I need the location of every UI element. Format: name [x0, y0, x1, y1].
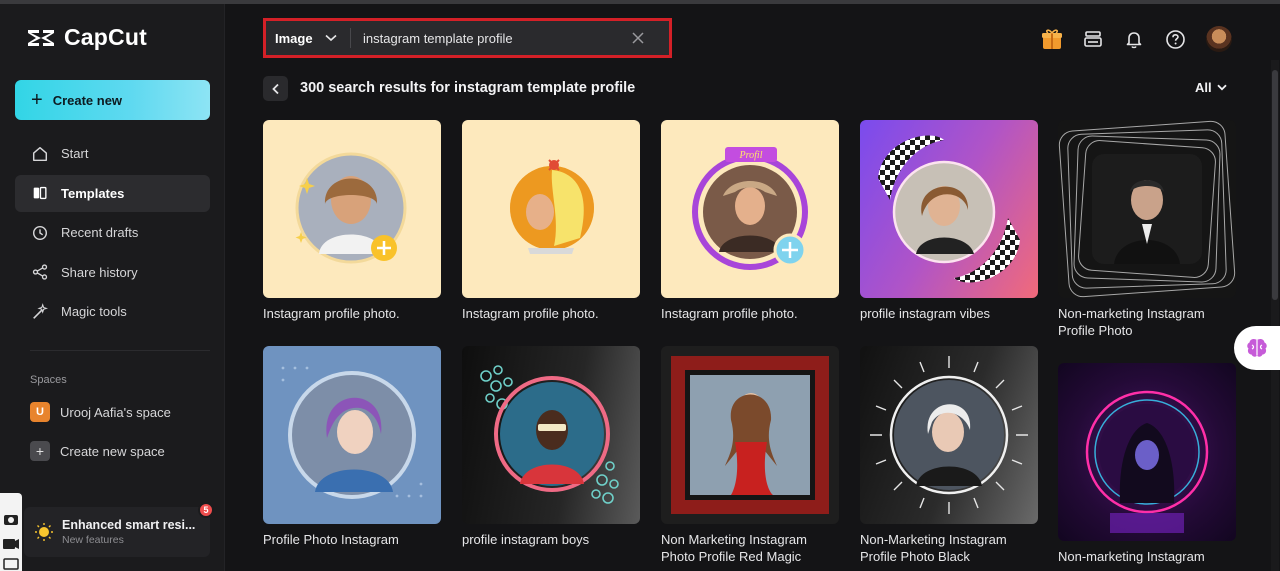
search-results-title: 300 search results for instagram templat… [300, 80, 636, 96]
feature-subtitle: New features [62, 534, 124, 546]
search-input[interactable] [351, 30, 621, 46]
clock-icon [32, 225, 48, 240]
template-title: Instagram profile photo. [661, 306, 798, 321]
notifications-button[interactable] [1122, 27, 1146, 51]
chevron-left-icon [271, 83, 279, 94]
sidebar-item-magic-tools[interactable]: Magic tools [15, 293, 210, 330]
template-title: Non-Marketing Instagram Profile Photo Bl… [860, 532, 1007, 564]
template-card[interactable]: Profil Instagram profile photo. [661, 120, 839, 322]
template-thumbnail [462, 346, 640, 524]
create-new-label: Create new [52, 92, 123, 108]
sidebar-item-label: Recent drafts [61, 225, 139, 240]
template-card[interactable]: Non-Marketing Instagram Profile Photo Bl… [860, 346, 1038, 565]
template-title: Instagram profile photo. [462, 306, 599, 321]
template-thumbnail [462, 120, 640, 298]
plus-icon: + [30, 441, 50, 461]
sidebar: CapCut + Create new Start Templates Rece… [0, 4, 225, 571]
gift-icon [1042, 29, 1062, 49]
template-card[interactable]: Instagram profile photo. [462, 120, 640, 322]
share-icon [32, 264, 48, 280]
search-type-dropdown[interactable]: Image [266, 21, 350, 55]
stack-icon [1084, 31, 1102, 47]
template-thumbnail [860, 120, 1038, 298]
templates-icon [33, 186, 47, 200]
user-avatar[interactable] [1206, 26, 1232, 52]
sidebar-item-share-history[interactable]: Share history [15, 254, 210, 291]
template-title: profile instagram vibes [860, 306, 991, 321]
feature-title: Enhanced smart resi... [62, 518, 196, 532]
sidebar-item-recent-drafts[interactable]: Recent drafts [15, 214, 210, 251]
new-feature-card[interactable]: Enhanced smart resi... New features [24, 507, 210, 557]
notification-count-badge: 5 [198, 502, 214, 518]
template-title: Instagram profile photo. [263, 306, 400, 321]
capcut-logo-icon [28, 29, 54, 46]
plus-icon: + [31, 89, 43, 111]
template-card[interactable]: profile instagram boys [462, 346, 640, 548]
profile-ribbon-text: Profil [739, 150, 763, 161]
space-label: Urooj Aafia's space [60, 404, 171, 420]
app-name: CapCut [64, 24, 147, 50]
chevron-down-icon [325, 34, 337, 42]
gift-button[interactable] [1040, 27, 1064, 51]
help-icon [1165, 29, 1185, 49]
template-thumbnail [1058, 363, 1236, 541]
brain-icon [1247, 338, 1267, 357]
floating-assistant-button[interactable] [1234, 326, 1280, 370]
template-thumbnail [263, 120, 441, 298]
space-label: Create new space [60, 443, 165, 459]
search-bar: Image [263, 18, 672, 58]
template-card[interactable]: profile instagram vibes [860, 120, 1038, 322]
sidebar-item-label: Templates [61, 185, 125, 201]
template-card[interactable]: Non Marketing Instagram Photo Profile Re… [661, 346, 839, 565]
template-title: Profile Photo Instagram [263, 532, 399, 547]
template-thumbnail: Profil [661, 120, 839, 298]
header-actions [1040, 26, 1232, 52]
camera-icon [3, 515, 19, 570]
back-button[interactable] [263, 76, 288, 101]
home-icon [32, 146, 48, 161]
space-avatar: U [30, 402, 50, 422]
filter-dropdown[interactable]: All [1195, 80, 1227, 95]
template-thumbnail [860, 346, 1038, 524]
template-card[interactable]: Profile Photo Instagram [263, 346, 441, 548]
template-thumbnail [1058, 120, 1236, 298]
sidebar-item-templates[interactable]: Templates [15, 174, 210, 212]
capcut-logo[interactable]: CapCut [26, 24, 147, 51]
template-card[interactable]: Instagram profile photo. [263, 120, 441, 322]
template-title: Non-marketing Instagram Profile Photo [1058, 306, 1205, 338]
template-thumbnail [661, 346, 839, 524]
create-new-button[interactable]: + Create new [15, 80, 210, 120]
close-icon[interactable] [629, 29, 647, 47]
template-card[interactable]: Non-marketing Instagram Profile Photo [1058, 120, 1236, 339]
lightbulb-icon [35, 523, 53, 541]
sidebar-item-label: Share history [61, 264, 138, 280]
search-type-label: Image [275, 30, 313, 46]
template-card[interactable]: Non-marketing Instagram [1058, 363, 1236, 565]
space-item-personal[interactable]: U Urooj Aafia's space [30, 402, 171, 422]
spaces-heading: Spaces [30, 374, 67, 386]
template-thumbnail [263, 346, 441, 524]
sidebar-item-label: Magic tools [61, 304, 127, 319]
magic-wand-icon [33, 302, 49, 319]
sidebar-nav: Start Templates Recent drafts Share hist… [15, 135, 210, 333]
sidebar-item-label: Start [61, 146, 89, 161]
template-title: Non-marketing Instagram [1058, 549, 1205, 564]
bell-icon [1126, 32, 1142, 49]
storage-button[interactable] [1081, 27, 1105, 51]
chevron-down-icon [1216, 84, 1227, 91]
sidebar-item-start[interactable]: Start [15, 135, 210, 172]
sidebar-divider [30, 350, 210, 351]
template-title: profile instagram boys [462, 532, 590, 547]
create-space-button[interactable]: + Create new space [30, 441, 165, 461]
help-button[interactable] [1163, 27, 1187, 51]
screenshot-tool-overlay[interactable] [0, 493, 22, 571]
scrollbar-thumb[interactable] [1272, 70, 1278, 300]
filter-label: All [1195, 80, 1212, 95]
template-title: Non Marketing Instagram Photo Profile Re… [661, 532, 807, 564]
